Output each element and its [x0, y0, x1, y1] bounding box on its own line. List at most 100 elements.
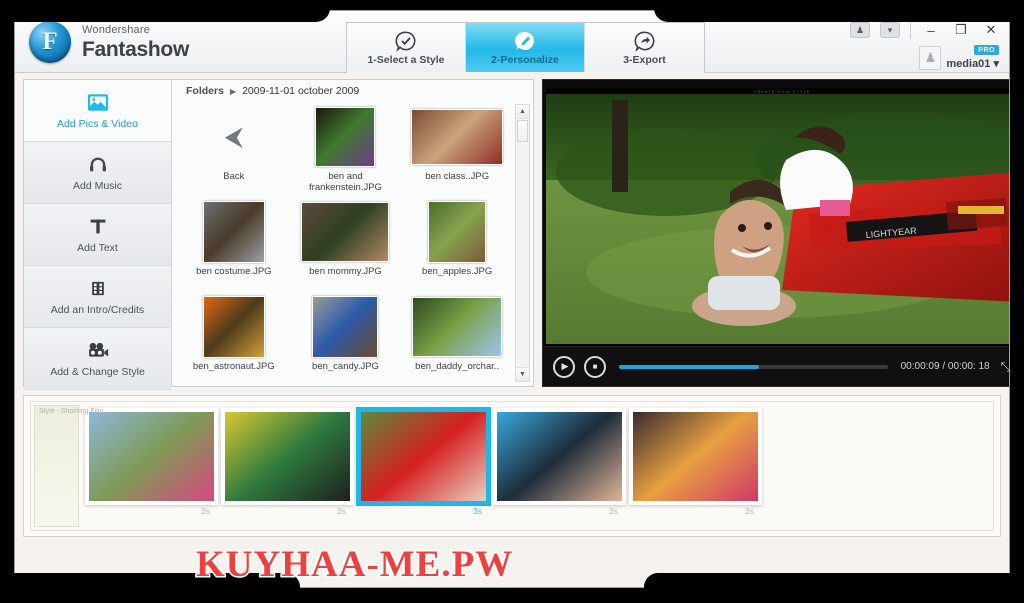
bezel-right — [1010, 0, 1024, 603]
file-label: ben and frankenstein.JPG — [309, 171, 382, 193]
file-thumbnail-box — [186, 201, 282, 263]
file-item[interactable]: ben costume.JPG — [178, 197, 290, 292]
sidebar-item-add-intro-credits[interactable]: Add an Intro/Credits — [24, 266, 171, 328]
preview-player: CREATE FILM STYLE LIGHTYEAR 2009 ▶ ■ 00:… — [542, 79, 1009, 387]
storyboard-clip[interactable]: 3s — [629, 408, 762, 516]
application-window: F Wondershare Fantashow 1-Select a Style — [14, 10, 1010, 588]
tab-label: 3-Export — [623, 53, 666, 66]
clip-duration-label: 3s — [201, 506, 210, 516]
play-button[interactable]: ▶ — [553, 355, 575, 378]
user-tray-icon[interactable]: ♟ — [850, 22, 870, 38]
storyboard-clip-thumbnail — [221, 408, 354, 505]
style-slot-label: Style - Shooting Film — [39, 408, 104, 415]
file-thumbnail — [412, 297, 503, 357]
avatar: ♟ — [919, 46, 942, 70]
file-label: ben costume.JPG — [196, 266, 272, 277]
storyboard-clip-thumbnail — [629, 408, 762, 505]
file-thumbnail-box — [186, 296, 282, 358]
sidebar: Add Pics & Video Add Music Add Text Add … — [24, 80, 172, 390]
pro-badge: PRO — [974, 45, 999, 55]
sidebar-item-add-pics-video[interactable]: Add Pics & Video — [24, 80, 171, 142]
picture-icon — [87, 92, 109, 114]
brand-title: Fantashow — [82, 37, 189, 61]
stop-button[interactable]: ■ — [584, 355, 606, 378]
divider — [910, 21, 911, 39]
file-thumbnail-box — [297, 296, 393, 358]
account-name[interactable]: media01 ▾ — [946, 57, 999, 70]
player-controls: ▶ ■ 00:00:09 / 00:00: 18 ⤡ — [543, 346, 1009, 386]
file-item[interactable]: ben_astronaut.JPG — [178, 292, 290, 384]
window-controls: ♟ ▾ – ❐ ✕ — [850, 21, 1001, 39]
storyboard-timeline: Style - Shooting Film 3s 3s 3s 3s 3s — [23, 395, 1001, 537]
sidebar-item-add-change-style[interactable]: Add & Change Style — [24, 328, 171, 390]
preview-corner-text: 2009 — [552, 339, 564, 344]
file-browser-scrollbar[interactable]: ▲ ▼ — [515, 104, 530, 382]
share-circle-icon — [634, 30, 656, 52]
scrollbar-thumb[interactable] — [517, 120, 528, 142]
wizard-tabs: 1-Select a Style 2-Personalize 3-Export — [346, 22, 705, 73]
file-item-back[interactable]: ⮜ Back — [178, 102, 290, 197]
scroll-up-button[interactable]: ▲ — [516, 105, 529, 119]
file-label: ben_daddy_orchar.. — [415, 361, 500, 372]
file-item[interactable]: ben_daddy_orchar.. — [401, 292, 513, 384]
tab-select-a-style[interactable]: 1-Select a Style — [347, 23, 466, 72]
file-thumbnail — [301, 202, 390, 262]
account-area[interactable]: ♟ PRO media01 ▾ — [919, 45, 999, 70]
file-item[interactable]: ben_apples.JPG — [401, 197, 513, 292]
file-thumbnail-box — [409, 106, 505, 168]
bezel-corner-tl — [0, 0, 330, 22]
watermark: KUYHAA-ME.PW — [194, 543, 514, 587]
text-t-icon — [87, 216, 109, 238]
chevron-tray-icon[interactable]: ▾ — [880, 22, 900, 38]
scroll-down-button[interactable]: ▼ — [516, 367, 529, 381]
file-label: Back — [223, 171, 245, 182]
tab-export[interactable]: 3-Export — [585, 23, 704, 72]
file-thumbnail-box — [297, 106, 393, 168]
storyboard-clip[interactable]: 3s — [493, 408, 626, 516]
brand-subtitle: Wondershare — [82, 23, 151, 36]
check-circle-icon — [395, 30, 417, 52]
sidebar-item-label: Add Music — [72, 179, 123, 192]
tab-personalize[interactable]: 2-Personalize — [466, 23, 585, 72]
file-label: ben_astronaut.JPG — [192, 361, 275, 372]
file-grid: ⮜ Back ben and frankenstein.JPG ben class..… — [178, 102, 513, 384]
play-icon: ▶ — [561, 361, 569, 371]
filmstrip-icon — [88, 278, 108, 300]
maximize-button[interactable]: ❐ — [951, 21, 971, 39]
progress-fill — [619, 364, 759, 369]
tab-label: 1-Select a Style — [367, 53, 445, 66]
bezel-corner-tr — [654, 0, 1024, 22]
video-camera-icon — [86, 340, 110, 362]
progress-track[interactable] — [619, 364, 888, 369]
chevron-right-icon: ▶ — [229, 86, 237, 96]
breadcrumb-root[interactable]: Folders — [186, 85, 224, 97]
sidebar-item-label: Add an Intro/Credits — [50, 303, 145, 316]
sidebar-item-add-text[interactable]: Add Text — [24, 204, 171, 266]
storyboard-clip[interactable]: 3s — [221, 408, 354, 516]
screen: F Wondershare Fantashow 1-Select a Style — [0, 0, 1024, 603]
minimize-button[interactable]: – — [921, 21, 941, 39]
pencil-circle-icon — [514, 30, 536, 52]
storyboard-clip[interactable]: 3s — [85, 408, 218, 516]
file-item[interactable]: ben mommy.JPG — [290, 197, 402, 292]
storyboard-clip-thumbnail — [85, 408, 218, 505]
fullscreen-icon[interactable]: ⤡ — [1001, 359, 1009, 375]
file-thumbnail — [202, 296, 265, 358]
clip-duration-label: 3s — [337, 506, 346, 516]
file-item[interactable]: ben and frankenstein.JPG — [290, 102, 402, 197]
sidebar-item-label: Add Pics & Video — [57, 117, 138, 130]
file-thumbnail-box — [409, 296, 505, 358]
clip-duration-label: 3s — [473, 506, 482, 516]
file-label: ben mommy.JPG — [309, 266, 382, 277]
headphones-icon — [87, 154, 109, 176]
bezel-left — [0, 0, 14, 603]
close-button[interactable]: ✕ — [981, 21, 1001, 39]
file-item[interactable]: ben_candy.JPG — [290, 292, 402, 384]
sidebar-item-label: Add & Change Style — [50, 365, 145, 378]
style-slot[interactable]: Style - Shooting Film — [34, 405, 104, 527]
file-item[interactable]: ben class..JPG — [401, 102, 513, 197]
preview-video[interactable]: CREATE FILM STYLE LIGHTYEAR 2009 — [546, 88, 1009, 346]
breadcrumb-current: 2009-11-01 october 2009 — [242, 85, 360, 97]
sidebar-item-add-music[interactable]: Add Music — [24, 142, 171, 204]
storyboard-clip[interactable]: 3s — [357, 408, 490, 516]
